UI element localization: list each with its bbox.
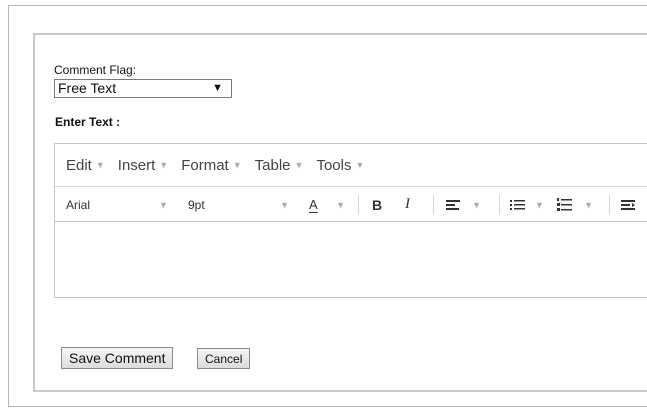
text-color-icon: A	[309, 197, 318, 212]
caret-down-icon: ▼	[95, 160, 105, 170]
numbered-list-button[interactable]: ▼	[557, 187, 601, 222]
cancel-button[interactable]: Cancel	[197, 348, 251, 369]
italic-button[interactable]: I	[405, 187, 421, 222]
menu-table-label: Table	[254, 156, 291, 174]
caret-down-icon: ▼	[294, 160, 304, 170]
toolbar-separator	[433, 195, 434, 215]
menu-insert[interactable]: Insert ▼	[118, 157, 168, 174]
indent-icon	[621, 199, 635, 210]
dropdown-arrow-icon: ▼	[212, 82, 223, 94]
menu-table[interactable]: Table ▼	[255, 157, 304, 174]
comment-flag-select[interactable]: Free Text ▼	[54, 79, 232, 98]
caret-down-icon: ▼	[355, 160, 365, 170]
font-size-select[interactable]: 9pt ▼	[188, 187, 300, 222]
bold-button[interactable]: B	[372, 187, 388, 222]
toolbar-separator	[609, 195, 610, 215]
bold-icon: B	[372, 196, 383, 213]
menu-format[interactable]: Format ▼	[181, 157, 241, 174]
bullet-list-icon	[510, 199, 525, 210]
editor-toolbar: Arial ▼ 9pt ▼ A ▼ B I ▼ ▼ ▼	[55, 186, 647, 222]
align-left-icon	[446, 199, 460, 210]
menu-insert-label: Insert	[117, 156, 156, 174]
caret-down-icon: ▼	[584, 200, 593, 210]
editor-menubar: Edit ▼ Insert ▼ Format ▼ Table ▼ Tools ▼	[55, 144, 647, 186]
comment-flag-label: Comment Flag:	[54, 63, 137, 77]
caret-down-icon: ▼	[232, 160, 242, 170]
comment-flag-selected-value: Free Text	[58, 80, 117, 96]
save-comment-button[interactable]: Save Comment	[61, 347, 174, 369]
font-family-value: Arial	[66, 197, 91, 212]
toolbar-separator	[358, 195, 359, 215]
caret-down-icon: ▼	[535, 200, 544, 210]
toolbar-separator	[499, 195, 500, 215]
caret-down-icon: ▼	[280, 200, 289, 210]
menu-format-label: Format	[181, 156, 229, 174]
text-color-button[interactable]: A ▼	[309, 187, 353, 222]
menu-tools[interactable]: Tools ▼	[316, 157, 364, 174]
menu-edit[interactable]: Edit ▼	[66, 157, 105, 174]
enter-text-label: Enter Text :	[55, 115, 121, 129]
rich-text-editor: Edit ▼ Insert ▼ Format ▼ Table ▼ Tools ▼…	[54, 143, 647, 298]
caret-down-icon: ▼	[159, 160, 169, 170]
menu-tools-label: Tools	[316, 156, 352, 174]
caret-down-icon: ▼	[159, 200, 168, 210]
caret-down-icon: ▼	[336, 200, 345, 210]
italic-icon: I	[405, 196, 410, 212]
editor-content-area[interactable]	[55, 222, 647, 297]
menu-edit-label: Edit	[66, 156, 92, 174]
bullet-list-button[interactable]: ▼	[510, 187, 550, 222]
numbered-list-icon	[557, 198, 572, 211]
caret-down-icon: ▼	[472, 200, 481, 210]
font-size-value: 9pt	[188, 197, 205, 212]
font-family-select[interactable]: Arial ▼	[66, 187, 176, 222]
align-button[interactable]: ▼	[446, 187, 490, 222]
indent-button[interactable]	[621, 187, 641, 222]
